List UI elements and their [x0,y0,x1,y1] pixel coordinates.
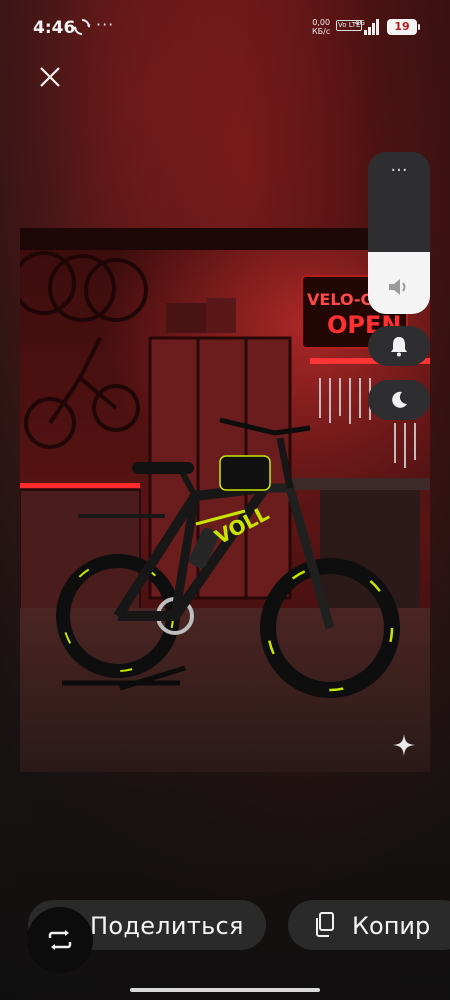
do-not-disturb-button[interactable] [368,380,430,420]
close-button[interactable] [30,57,70,97]
home-indicator[interactable] [130,988,320,992]
more-notifications-icon: ··· [96,15,115,34]
network-speed-unit: КБ/с [312,27,331,36]
repeat-button[interactable] [27,907,93,973]
network-speed: 0,00 КБ/с [312,18,330,36]
share-label[interactable]: Поделиться [90,912,244,940]
status-bar: 4:46 ··· 0,00 КБ/с Vo LTE 4G 19 [0,0,450,56]
bell-icon [391,337,407,357]
repeat-icon [48,930,72,950]
signal-icon: 4G [355,19,379,35]
network-type: 4G [355,19,365,27]
copy-icon [316,912,334,937]
volume-panel[interactable]: ··· [368,152,430,314]
network-speed-value: 0,00 [312,18,331,27]
ring-mode-button[interactable] [368,326,430,366]
moon-icon [392,391,407,408]
battery-indicator: 19 [387,19,420,35]
volume-more-icon[interactable]: ··· [368,162,430,180]
sync-icon [73,19,91,35]
clock: 4:46 [33,18,76,38]
copy-label[interactable]: Копир [352,912,430,940]
sparkle-icon [393,734,415,756]
speaker-icon [389,279,406,295]
close-icon [40,67,60,87]
